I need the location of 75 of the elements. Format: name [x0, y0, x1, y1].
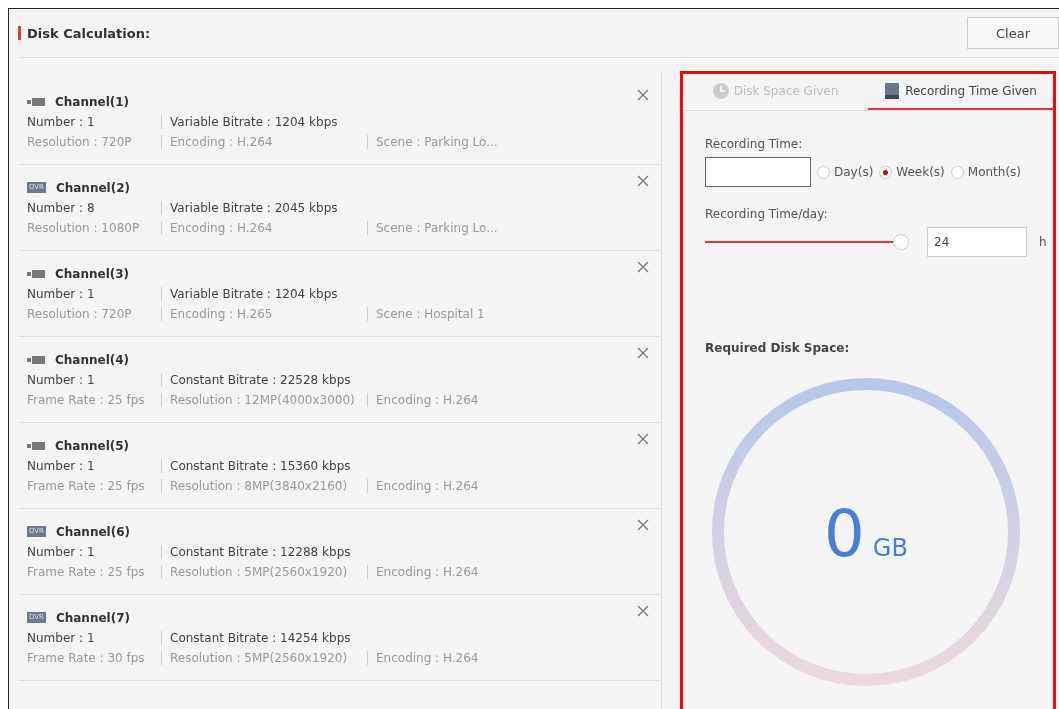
channel-detail: Encoding : H.264: [367, 392, 507, 407]
camera-icon: [27, 97, 45, 106]
channel-detail: Scene : Parking Lo...: [367, 220, 507, 235]
camera-icon: [27, 441, 45, 450]
channel-detail: Number : 1: [27, 286, 96, 301]
hard-drive-icon: [884, 83, 901, 99]
section-title: Disk Calculation:: [27, 25, 151, 41]
accent-bar: [18, 26, 21, 40]
channel-detail: Resolution : 5MP(2560x1920): [161, 650, 367, 665]
channel-detail: Constant Bitrate : 14254 kbps: [161, 630, 367, 645]
channel-detail: Number : 1: [27, 372, 96, 387]
channel-detail: Resolution : 5MP(2560x1920): [161, 564, 367, 579]
field-label: Recording Time:: [705, 137, 804, 151]
channel-detail: Constant Bitrate : 22528 kbps: [161, 372, 367, 387]
channel-detail: Constant Bitrate : 12288 kbps: [161, 544, 367, 559]
channel-detail: Encoding : H.265: [161, 306, 367, 321]
channel-name: Channel(7): [55, 610, 131, 625]
disk-space-value: 0: [824, 502, 865, 566]
channel-detail: Resolution : 720P: [27, 306, 133, 321]
channel-detail: Encoding : H.264: [367, 478, 507, 493]
channel-detail: Resolution : 720P: [27, 134, 133, 149]
result-label: Required Disk Space:: [705, 341, 851, 355]
channel-detail: Number : 1: [27, 630, 96, 645]
channel-detail: Variable Bitrate : 1204 kbps: [161, 114, 367, 129]
channel-detail: Frame Rate : 25 fps: [27, 392, 146, 407]
unit-radio[interactable]: Month(s): [950, 165, 1022, 179]
close-icon[interactable]: [637, 175, 649, 187]
close-icon[interactable]: [637, 347, 649, 359]
close-icon[interactable]: [637, 261, 649, 273]
hours-slider[interactable]: [705, 234, 909, 250]
channel-detail: Encoding : H.264: [367, 564, 507, 579]
camera-icon: [27, 355, 45, 364]
channel-detail: Number : 1: [27, 458, 96, 473]
close-icon[interactable]: [637, 605, 649, 617]
close-icon[interactable]: [637, 519, 649, 531]
channel-name: Channel(5): [55, 438, 130, 453]
channel-name: Channel(1): [55, 94, 130, 109]
channel-name: Channel(2): [55, 180, 131, 195]
channel-detail: Number : 1: [27, 544, 96, 559]
radio-icon[interactable]: [950, 165, 964, 179]
channel-detail: Frame Rate : 25 fps: [27, 478, 146, 493]
slider-thumb[interactable]: [893, 234, 909, 250]
channel-detail: Frame Rate : 30 fps: [27, 650, 146, 665]
field-label: Recording Time/day:: [705, 207, 829, 221]
channel-detail: Scene : Hospital 1: [367, 306, 507, 321]
unit-radio[interactable]: Day(s): [817, 165, 874, 179]
channel-detail: Encoding : H.264: [367, 650, 507, 665]
close-icon[interactable]: [637, 89, 649, 101]
unit-label: h: [1039, 235, 1047, 249]
channel-name: Channel(6): [55, 524, 131, 539]
channel-detail: Frame Rate : 25 fps: [27, 564, 146, 579]
channel-name: Channel(4): [55, 352, 130, 367]
tab[interactable]: Recording Time Given: [868, 74, 1053, 110]
channel-name: Channel(3): [55, 266, 130, 281]
clock-icon: [712, 83, 729, 99]
recording-time-field[interactable]: [705, 157, 811, 187]
channel-detail: Scene : Parking Lo...: [367, 134, 507, 149]
unit-radio[interactable]: Week(s): [879, 165, 945, 179]
close-icon[interactable]: [637, 433, 649, 445]
channel-detail: Number : 8: [27, 200, 96, 215]
channel-detail: Resolution : 12MP(4000x3000): [161, 392, 367, 407]
radio-icon[interactable]: [817, 165, 830, 179]
channel-detail: Encoding : H.264: [161, 220, 367, 235]
camera-icon: [27, 269, 45, 278]
channel-detail: Encoding : H.264: [161, 134, 367, 149]
channel-detail: Variable Bitrate : 2045 kbps: [161, 200, 367, 215]
radio-icon[interactable]: [879, 165, 893, 179]
channel-detail: Variable Bitrate : 1204 kbps: [161, 286, 367, 301]
channel-detail: Resolution : 8MP(3840x2160): [161, 478, 367, 493]
clear-button[interactable]: Clear: [967, 17, 1059, 49]
channel-detail: Constant Bitrate : 15360 kbps: [161, 458, 367, 473]
channel-detail: Number : 1: [27, 114, 96, 129]
channel-detail: Resolution : 1080P: [27, 220, 141, 235]
disk-space-unit: GB: [872, 534, 908, 562]
hours-field[interactable]: 24: [927, 227, 1027, 257]
